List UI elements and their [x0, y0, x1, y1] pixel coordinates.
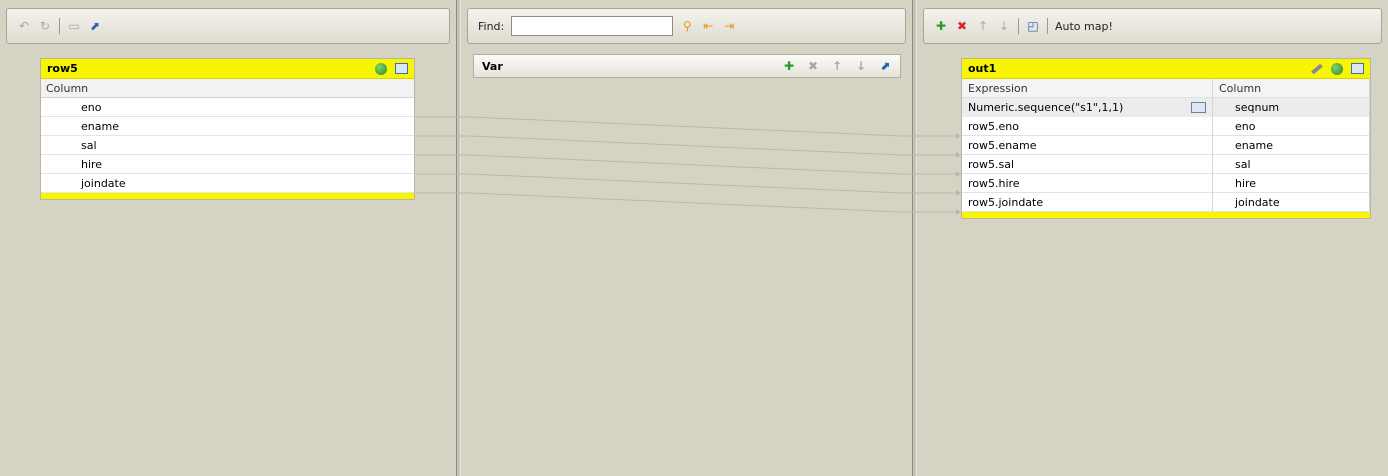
link-sal — [416, 154, 958, 175]
link-arrow — [956, 133, 961, 139]
link-arrow — [956, 152, 961, 158]
link-eno — [416, 116, 958, 137]
link-arrow — [956, 171, 961, 177]
link-joindate — [416, 192, 958, 213]
mapping-links — [416, 116, 961, 215]
link-ename — [416, 135, 958, 156]
link-arrow — [956, 190, 961, 196]
link-hire — [416, 173, 958, 194]
link-arrow — [956, 209, 961, 215]
